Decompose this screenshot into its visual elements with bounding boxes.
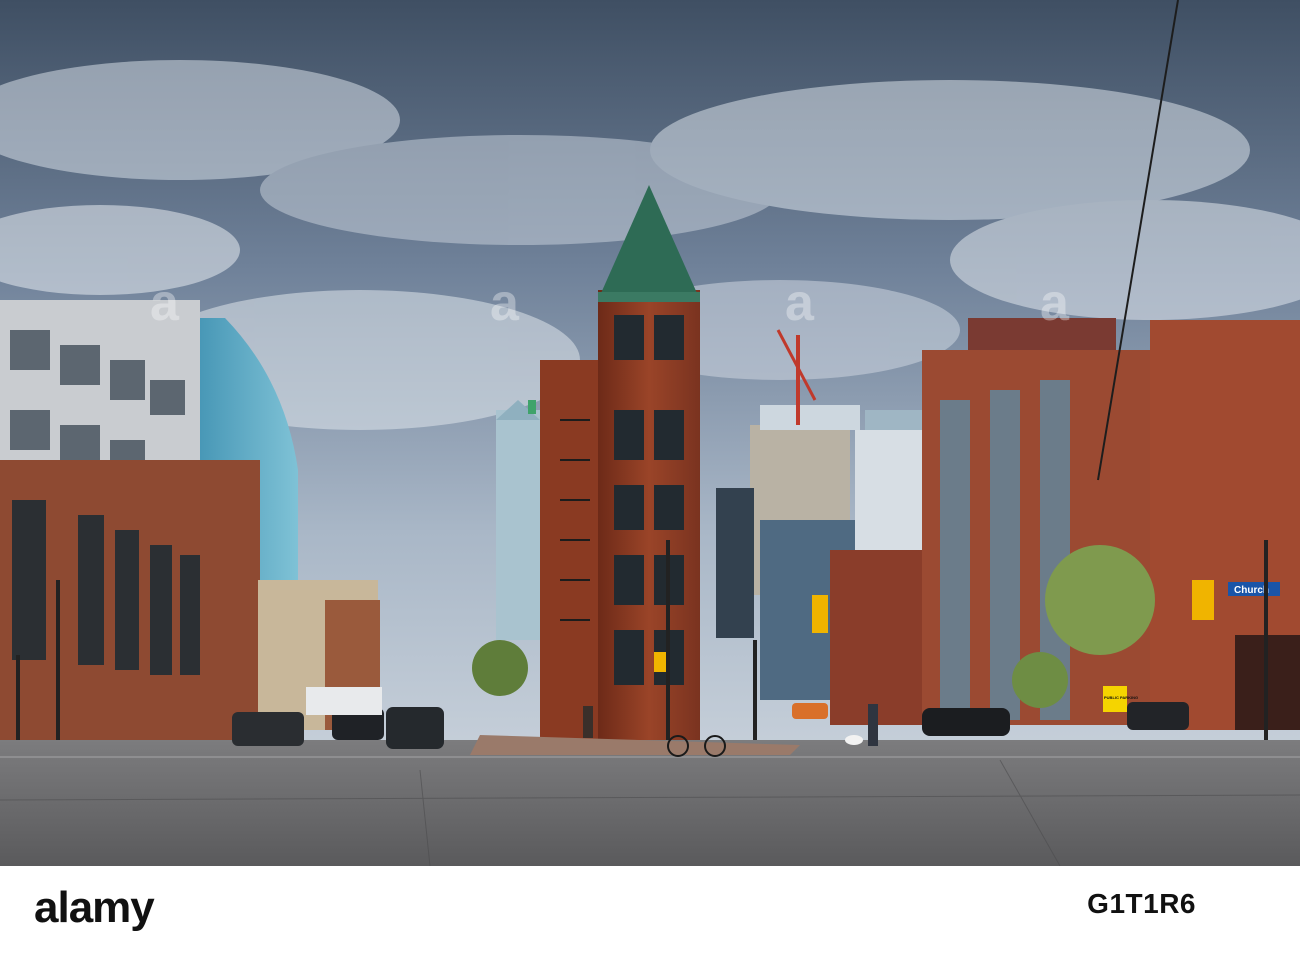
parking-sign-text: PUBLIC PARKING [1104, 695, 1138, 700]
pedestrian [583, 706, 593, 738]
alamy-logo: alamy [34, 883, 155, 932]
street-photo: Church PUBLIC PARKING [0, 0, 1300, 866]
building-right-red [830, 550, 925, 725]
tower-dark [716, 488, 754, 638]
tree [472, 640, 528, 696]
tower-center [496, 410, 540, 640]
stock-photo: Church PUBLIC PARKING a a a a alamy G1T1… [0, 0, 1300, 956]
image-id-label: G1T1R6 [1087, 888, 1196, 919]
traffic-light [812, 595, 828, 633]
road [0, 740, 1300, 866]
street-sign-church-text: Church [1234, 585, 1269, 596]
